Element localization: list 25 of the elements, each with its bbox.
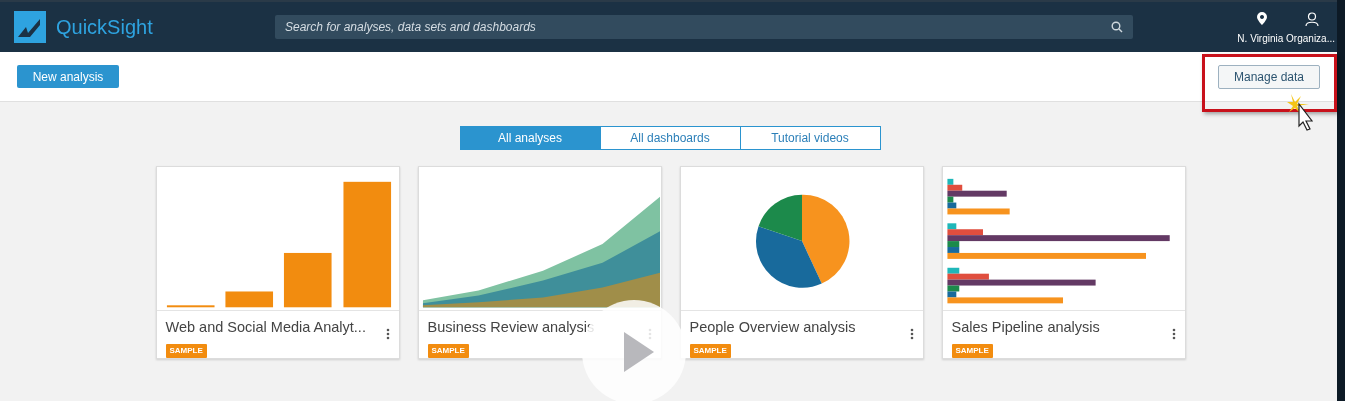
more-options-icon[interactable] xyxy=(1171,328,1176,341)
analysis-card[interactable]: Sales Pipeline analysis SAMPLE xyxy=(941,166,1186,359)
more-options-icon[interactable] xyxy=(909,328,914,341)
manage-data-button[interactable]: Manage data xyxy=(1218,64,1320,89)
analysis-card[interactable]: People Overview analysis SAMPLE xyxy=(679,166,924,359)
location-pin-icon[interactable] xyxy=(1257,12,1267,25)
region-label[interactable]: N. Virginia Organiza... xyxy=(1237,31,1335,46)
logo-icon xyxy=(14,11,46,43)
tab[interactable]: Tutorial videos xyxy=(739,126,881,150)
search-icon[interactable] xyxy=(1111,21,1123,33)
card-title[interactable]: People Overview analysis xyxy=(689,317,856,339)
sample-badge: SAMPLE xyxy=(951,344,993,358)
sample-badge: SAMPLE xyxy=(165,344,207,358)
card-title[interactable]: Sales Pipeline analysis xyxy=(951,317,1100,339)
more-options-icon[interactable] xyxy=(385,328,390,341)
card-title[interactable]: Web and Social Media Analyt... xyxy=(165,317,366,339)
sample-badge: SAMPLE xyxy=(689,344,731,358)
analysis-card[interactable]: Business Review analysis SAMPLE xyxy=(417,166,662,359)
tab[interactable]: All dashboards xyxy=(599,126,741,150)
app-name: QuickSight xyxy=(56,15,153,40)
search-field[interactable]: Search for analyses, data sets and dashboards xyxy=(275,15,1133,39)
sample-badge: SAMPLE xyxy=(427,344,469,358)
card-title[interactable]: Business Review analysis xyxy=(427,317,595,339)
analysis-card[interactable]: Web and Social Media Analyt... SAMPLE xyxy=(155,166,400,359)
user-icon[interactable] xyxy=(1305,12,1319,26)
